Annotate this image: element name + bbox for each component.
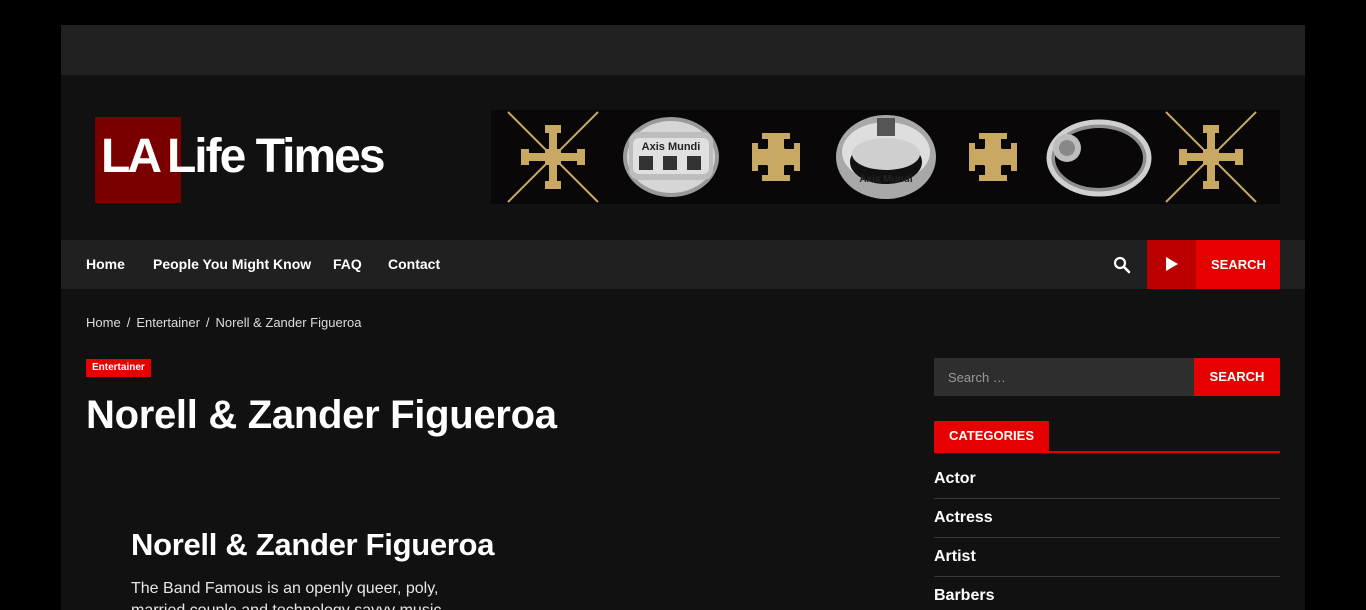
- nav-search-label: SEARCH: [1211, 257, 1266, 272]
- nav-item-contact[interactable]: Contact: [388, 240, 440, 289]
- breadcrumb-current: Norell & Zander Figueroa: [215, 315, 362, 330]
- search-icon[interactable]: [1113, 256, 1131, 274]
- breadcrumb-entertainer[interactable]: Entertainer: [136, 315, 200, 330]
- nav-item-people-you-might-know[interactable]: People You Might Know: [153, 240, 311, 289]
- sidebar-search-input[interactable]: [934, 358, 1194, 396]
- ornament-star-icon: [507, 111, 599, 203]
- nav-item-home[interactable]: Home: [86, 240, 125, 289]
- breadcrumb-separator: /: [126, 315, 131, 330]
- category-item-barbers[interactable]: Barbers: [934, 577, 1280, 610]
- ring-left: Axis Mundi: [623, 117, 719, 197]
- sidebar-search: SEARCH: [934, 358, 1280, 396]
- breadcrumb-separator: /: [205, 315, 210, 330]
- play-icon: [1147, 240, 1196, 289]
- ornament-star-icon: [1165, 111, 1257, 203]
- nav-search-button[interactable]: SEARCH: [1147, 240, 1280, 289]
- breadcrumb-home[interactable]: Home: [86, 315, 121, 330]
- categories-widget-heading: CATEGORIES: [934, 421, 1280, 453]
- ornament-cross-icon: [752, 133, 800, 181]
- sidebar-search-button[interactable]: SEARCH: [1194, 358, 1280, 396]
- breadcrumb: Home / Entertainer / Norell & Zander Figuero…: [86, 315, 362, 330]
- logo-text: LA Life Times: [101, 129, 386, 184]
- page-title: Norell & Zander Figueroa: [86, 393, 557, 437]
- top-bar: [61, 25, 1305, 75]
- ring-center: Axis Mundi: [836, 115, 936, 199]
- ad-banner[interactable]: Axis Mundi Axis Mundi: [491, 110, 1280, 204]
- categories-heading: CATEGORIES: [934, 421, 1049, 451]
- site-header: LA Life Times Axis Mundi Axis Mundi: [61, 75, 1305, 240]
- nav-item-faq[interactable]: FAQ: [333, 240, 362, 289]
- logo-name: Life Times: [166, 130, 386, 183]
- category-item-artist[interactable]: Artist: [934, 538, 1280, 577]
- main-nav: Home People You Might Know FAQ Contact S…: [61, 240, 1305, 289]
- site-logo[interactable]: LA Life Times: [95, 117, 461, 205]
- category-item-actress[interactable]: Actress: [934, 499, 1280, 538]
- ring-right: [1046, 119, 1152, 197]
- page: LA Life Times Axis Mundi Axis Mundi Home…: [61, 25, 1305, 610]
- ornament-cross-icon: [969, 133, 1017, 181]
- banner-art: Axis Mundi Axis Mundi: [507, 111, 1257, 203]
- categories-list: Actor Actress Artist Barbers: [934, 460, 1280, 610]
- category-badge[interactable]: Entertainer: [86, 359, 151, 377]
- article-subheading: Norell & Zander Figueroa: [131, 527, 495, 562]
- svg-text:Axis Mundi: Axis Mundi: [642, 141, 701, 153]
- svg-text:Axis Mundi: Axis Mundi: [859, 174, 913, 185]
- article-intro: The Band Famous is an openly queer, poly…: [131, 580, 441, 610]
- logo-la: LA: [101, 130, 162, 183]
- category-item-actor[interactable]: Actor: [934, 460, 1280, 499]
